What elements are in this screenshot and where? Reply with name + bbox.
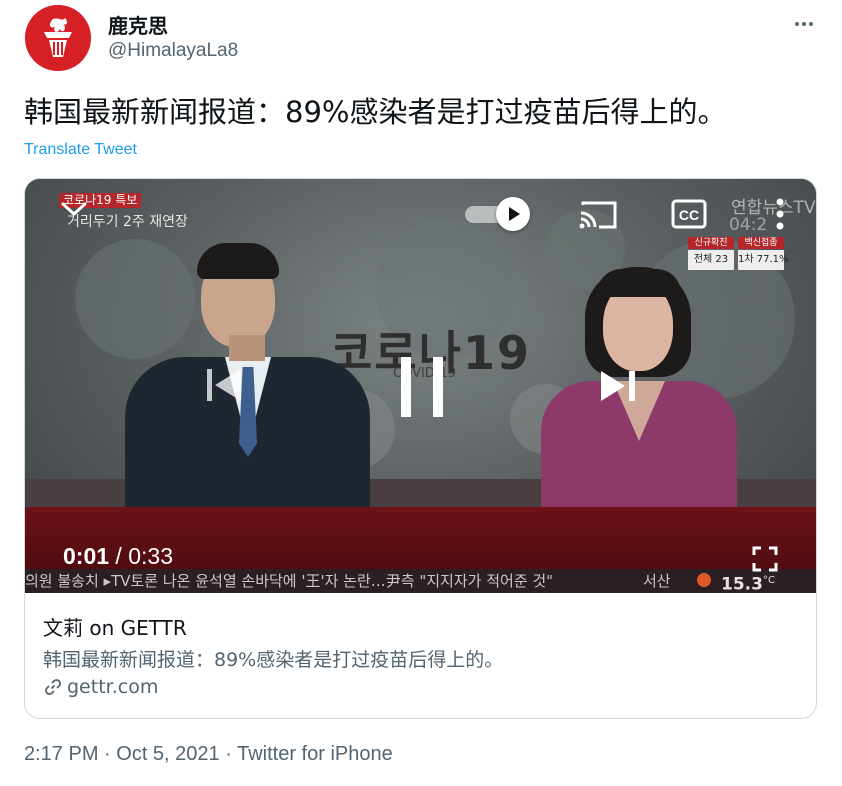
video-menu-icon[interactable]	[773, 197, 787, 231]
svg-text:CC: CC	[679, 207, 699, 223]
toggle-knob	[496, 197, 530, 231]
male-anchor	[125, 239, 375, 517]
link-icon	[45, 679, 61, 695]
translate-tweet-link[interactable]: Translate Tweet	[24, 141, 137, 159]
duration: 0:33	[128, 543, 173, 569]
card-title[interactable]: 文莉 on GETTR	[43, 612, 187, 641]
more-icon	[795, 22, 799, 26]
cast-icon[interactable]	[579, 199, 619, 231]
stats-box: 신규확진 백신접종 전체 23 1차 77.1%	[688, 237, 789, 271]
pause-icon[interactable]	[399, 355, 445, 419]
ticker-text: 의원 불송치 ▸TV토론 나온 윤석열 손바닥에 '王'자 논란…尹측 "지지자…	[25, 572, 554, 590]
closed-captions-icon[interactable]: CC	[671, 199, 707, 229]
tweet: 鹿克思 @HimalayaLa8 韩国最新新闻报道：89%感染者是打过疫苗后得上…	[0, 0, 842, 786]
torch-icon	[25, 5, 91, 71]
ticker-location: 서산	[643, 572, 671, 590]
tweet-date[interactable]: Oct 5, 2021	[116, 743, 219, 765]
stat-value: 전체 23	[688, 250, 734, 270]
more-options-button[interactable]	[788, 10, 820, 38]
tweet-text: 韩国最新新闻报道：89%感染者是打过疫苗后得上的。	[24, 95, 727, 129]
previous-icon[interactable]	[205, 365, 245, 405]
more-icon-dot	[802, 22, 806, 26]
stat-value: 1차 77.1%	[738, 250, 789, 270]
next-icon[interactable]	[599, 369, 641, 403]
play-icon	[509, 207, 520, 221]
temperature-unit: °C	[762, 575, 775, 586]
separator-dot: ·	[219, 743, 238, 765]
video-player[interactable]: 코로나19 COVID-19 코로나19 특보 거리두기 2주 재연장 연합뉴스…	[25, 179, 816, 593]
tweet-time[interactable]: 2:17 PM	[24, 743, 98, 765]
ticker-temperature: 15.3°C	[721, 569, 775, 593]
stat-header: 신규확진	[688, 237, 734, 249]
card-description: 韩国最新新闻报道：89%感染者是打过疫苗后得上的。	[43, 649, 504, 671]
fullscreen-icon[interactable]	[752, 546, 778, 572]
time-display: 0:01 / 0:33	[63, 543, 173, 570]
female-anchor	[541, 261, 741, 521]
current-time: 0:01	[63, 543, 110, 569]
link-card[interactable]: 코로나19 COVID-19 코로나19 특보 거리두기 2주 재연장 연합뉴스…	[24, 178, 817, 719]
channel-time: 04:2	[729, 215, 768, 235]
display-name[interactable]: 鹿克思	[108, 10, 168, 39]
tweet-source[interactable]: Twitter for iPhone	[237, 743, 393, 765]
avatar[interactable]	[25, 5, 91, 71]
card-domain-link[interactable]: gettr.com	[43, 676, 158, 698]
temperature-value: 15.3	[721, 574, 763, 593]
stat-header: 백신접종	[738, 237, 784, 249]
time-separator: /	[109, 543, 129, 569]
sun-icon	[697, 573, 711, 587]
separator-dot: ·	[98, 743, 117, 765]
autoplay-toggle[interactable]	[465, 197, 533, 231]
tweet-timestamp: 2:17 PM · Oct 5, 2021 · Twitter for iPho…	[24, 743, 393, 766]
card-domain: gettr.com	[67, 676, 159, 698]
user-handle[interactable]: @HimalayaLa8	[108, 40, 238, 62]
more-icon-dot	[809, 22, 813, 26]
chevron-down-icon[interactable]	[61, 201, 87, 217]
